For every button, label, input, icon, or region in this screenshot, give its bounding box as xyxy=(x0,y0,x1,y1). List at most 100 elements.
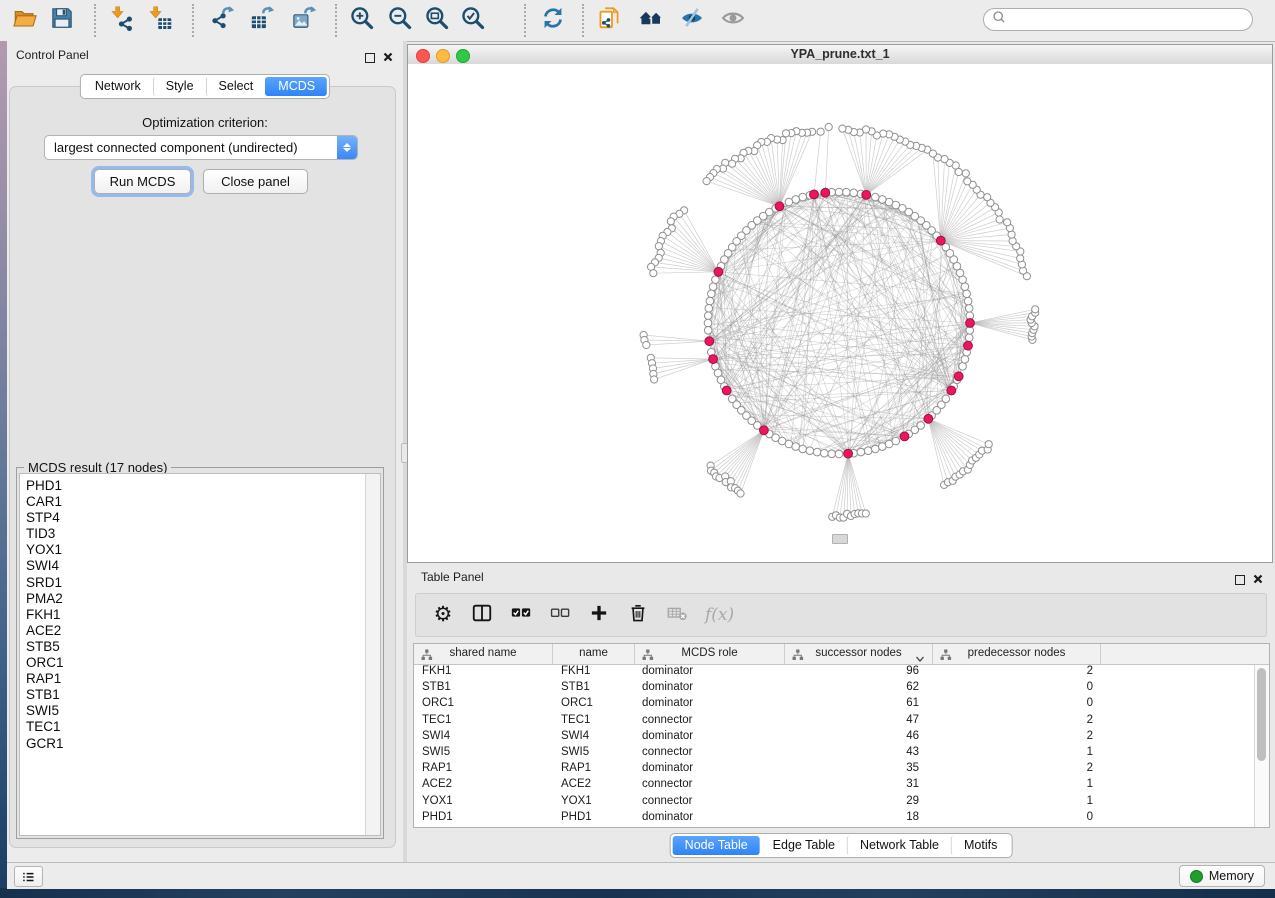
table-panel-title: Table Panel xyxy=(421,570,484,584)
run-mcds-button[interactable]: Run MCDS xyxy=(94,169,191,194)
toolbar-separator xyxy=(94,4,96,37)
mcds-result-item[interactable]: TID3 xyxy=(26,526,360,542)
tab-select[interactable]: Select xyxy=(206,77,266,96)
table-row[interactable]: SWI5SWI5connector431 xyxy=(414,746,1255,762)
import-network-button[interactable] xyxy=(105,4,139,37)
mcds-result-item[interactable]: YOX1 xyxy=(26,542,360,558)
import-table-button[interactable] xyxy=(143,4,177,37)
mcds-result-item[interactable]: RAP1 xyxy=(26,671,360,687)
table-row[interactable]: ORC1ORC1dominator610 xyxy=(414,697,1255,713)
show-columns-button[interactable] xyxy=(471,600,493,630)
table-row[interactable]: TEC1TEC1connector472 xyxy=(414,714,1255,730)
mcds-result-item[interactable]: SRD1 xyxy=(26,575,360,591)
mcds-result-item[interactable]: SWI5 xyxy=(26,703,360,719)
mcds-result-item[interactable]: TEC1 xyxy=(26,719,360,735)
table-cell: 35 xyxy=(785,762,919,778)
tab-node-table[interactable]: Node Table xyxy=(673,836,760,855)
tab-style[interactable]: Style xyxy=(153,77,206,96)
mcds-result-item[interactable]: FKH1 xyxy=(26,607,360,623)
criterion-dropdown[interactable]: largest connected component (undirected) xyxy=(44,135,358,160)
column-header-successor-nodes[interactable]: successor nodes xyxy=(785,644,933,664)
mcds-result-item[interactable]: STB5 xyxy=(26,639,360,655)
horizontal-splitter-grip[interactable] xyxy=(832,534,848,544)
mcds-result-item[interactable]: CAR1 xyxy=(26,494,360,510)
search-box[interactable] xyxy=(983,8,1253,31)
mcds-result-item[interactable]: STB1 xyxy=(26,687,360,703)
table-row[interactable]: RAP1RAP1dominator352 xyxy=(414,762,1255,778)
table-row[interactable]: STB1STB1dominator620 xyxy=(414,681,1255,697)
mcds-list-scrollbar[interactable] xyxy=(365,474,380,835)
table-row[interactable]: PHD1PHD1dominator180 xyxy=(414,811,1255,827)
tab-motifs[interactable]: Motifs xyxy=(951,836,1009,855)
table-cell: 2 xyxy=(933,762,1093,778)
close-table-panel-icon[interactable] xyxy=(1253,571,1263,589)
mcds-result-listbox[interactable]: PHD1CAR1STP4TID3YOX1SWI4SRD1PMA2FKH1ACE2… xyxy=(19,473,381,836)
mcds-result-item[interactable]: GCR1 xyxy=(26,736,360,752)
table-cell: 0 xyxy=(933,697,1093,713)
open-button[interactable] xyxy=(8,4,42,37)
search-input[interactable] xyxy=(1011,12,1252,28)
deselect-all-icon xyxy=(549,602,571,629)
mcds-result-item[interactable]: SWI4 xyxy=(26,558,360,574)
export-network-button[interactable] xyxy=(205,4,239,37)
copy-document-button[interactable] xyxy=(593,4,627,37)
export-image-button[interactable] xyxy=(287,4,321,37)
export-network-icon xyxy=(209,5,235,36)
function-builder-button: f(x) xyxy=(705,600,734,630)
network-view-canvas[interactable] xyxy=(408,64,1272,562)
network-graph[interactable] xyxy=(408,64,1272,562)
dropdown-stepper-icon xyxy=(337,136,357,159)
network-window-titlebar[interactable]: YPA_prune.txt_1 xyxy=(408,45,1272,65)
save-button[interactable] xyxy=(45,4,79,37)
mcds-result-item[interactable]: PHD1 xyxy=(26,478,360,494)
table-cell: 18 xyxy=(785,811,919,827)
settings-button[interactable]: ⚙ xyxy=(432,600,454,630)
tab-mcds[interactable]: MCDS xyxy=(265,77,327,96)
mcds-result-item[interactable]: PMA2 xyxy=(26,591,360,607)
export-table-button[interactable] xyxy=(245,4,279,37)
table-row[interactable]: ACE2ACE2connector311 xyxy=(414,778,1255,794)
column-header-name[interactable]: name xyxy=(553,644,635,664)
delete-columns-button[interactable] xyxy=(627,600,649,630)
tab-network-table[interactable]: Network Table xyxy=(847,836,951,855)
mcds-result-item[interactable]: ACE2 xyxy=(26,623,360,639)
close-panel-button[interactable]: Close panel xyxy=(203,169,308,194)
zoom-in-icon xyxy=(349,5,375,36)
zoom-selected-button[interactable] xyxy=(456,4,490,37)
zoom-out-button[interactable] xyxy=(383,4,417,37)
deselect-all-button[interactable] xyxy=(549,600,571,630)
close-panel-icon[interactable] xyxy=(383,49,393,67)
column-header-MCDS-role[interactable]: MCDS role xyxy=(635,644,785,664)
float-panel-icon[interactable] xyxy=(365,53,375,63)
function-icon: f(x) xyxy=(705,605,734,625)
hide-graphics-details-button[interactable] xyxy=(675,4,709,37)
table-row[interactable]: FKH1FKH1dominator962 xyxy=(414,665,1255,681)
zoom-in-button[interactable] xyxy=(345,4,379,37)
table-row[interactable]: YOX1YOX1connector291 xyxy=(414,795,1255,811)
memory-button[interactable]: Memory xyxy=(1179,865,1265,887)
table-row[interactable]: SWI4SWI4dominator462 xyxy=(414,730,1255,746)
table-cell: connector xyxy=(642,746,693,762)
zoom-fit-button[interactable] xyxy=(420,4,454,37)
refresh-button[interactable] xyxy=(536,4,570,37)
add-column-button[interactable] xyxy=(588,600,610,630)
task-history-button[interactable] xyxy=(14,866,43,887)
home-button[interactable] xyxy=(634,4,668,37)
float-table-panel-icon[interactable] xyxy=(1235,575,1245,585)
table-cell: PHD1 xyxy=(422,811,453,827)
table-scrollbar[interactable] xyxy=(1254,665,1269,827)
mcds-result-item[interactable]: STP4 xyxy=(26,510,360,526)
column-header-shared-name[interactable]: shared name xyxy=(414,644,553,664)
tab-edge-table[interactable]: Edge Table xyxy=(760,836,847,855)
column-header-predecessor-nodes[interactable]: predecessor nodes xyxy=(933,644,1101,664)
mcds-result-group: MCDS result (17 nodes) PHD1CAR1STP4TID3Y… xyxy=(16,467,384,839)
table-cell: 46 xyxy=(785,730,919,746)
table-cell: ACE2 xyxy=(561,778,591,794)
control-panel-title: Control Panel xyxy=(16,48,89,62)
scrollbar-thumb[interactable] xyxy=(1257,668,1266,761)
mcds-result-item[interactable]: ORC1 xyxy=(26,655,360,671)
tab-network[interactable]: Network xyxy=(83,77,153,96)
table-cell: SWI5 xyxy=(422,746,450,762)
select-all-button[interactable] xyxy=(510,600,532,630)
node-table[interactable]: shared namenameMCDS rolesuccessor nodesp… xyxy=(413,643,1270,828)
